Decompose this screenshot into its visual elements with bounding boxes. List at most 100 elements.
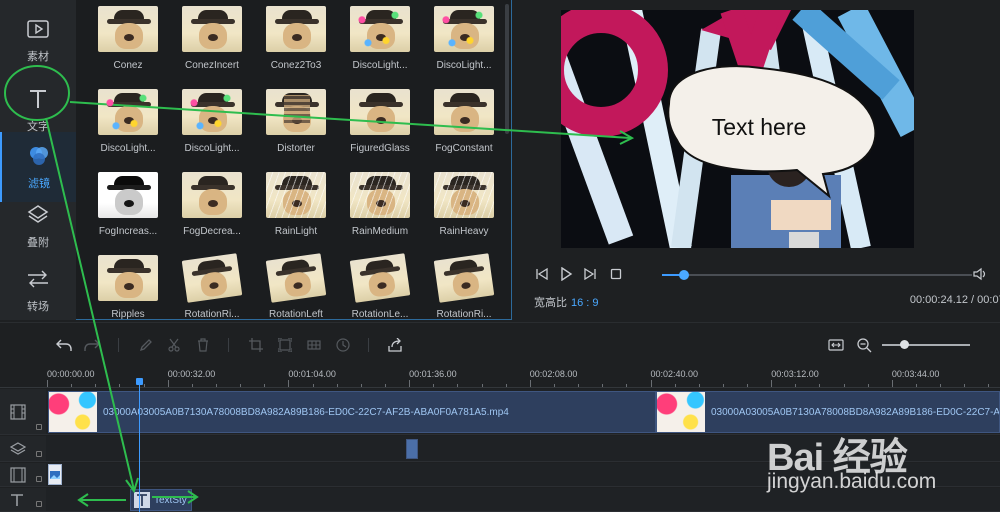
fit-button[interactable] bbox=[275, 335, 295, 355]
filter-label: RainLight bbox=[274, 226, 318, 237]
fit-icon bbox=[278, 338, 292, 352]
filter-item[interactable]: RainMedium bbox=[340, 172, 420, 252]
filter-item[interactable]: Ripples bbox=[88, 255, 168, 319]
crop-button[interactable] bbox=[246, 335, 266, 355]
text-clip-label: TextSty bbox=[154, 494, 187, 506]
sidebar-item-label: 素材 bbox=[27, 51, 49, 63]
filter-label: FogConstant bbox=[435, 143, 493, 154]
lock-icon[interactable] bbox=[36, 501, 42, 507]
filter-item[interactable]: FogConstant bbox=[424, 89, 504, 169]
ruler-tick bbox=[505, 384, 507, 387]
prev-frame-button[interactable] bbox=[534, 266, 550, 282]
filter-item[interactable]: RotationRi... bbox=[424, 253, 504, 319]
zoom-out-button[interactable] bbox=[854, 335, 874, 355]
mosaic-icon bbox=[307, 340, 321, 350]
filter-item[interactable]: Distorter bbox=[256, 89, 336, 169]
filter-item[interactable]: RotationLeft bbox=[256, 253, 336, 319]
edit-button[interactable] bbox=[136, 335, 156, 355]
filter-item[interactable]: DiscoLight... bbox=[340, 6, 420, 86]
video-track-header bbox=[0, 389, 46, 434]
ruler-tick bbox=[288, 380, 290, 387]
filter-item[interactable]: RainLight bbox=[256, 172, 336, 252]
grid-scrollbar[interactable] bbox=[505, 4, 509, 134]
progress-handle[interactable] bbox=[678, 270, 689, 280]
filter-item[interactable]: DiscoLight... bbox=[424, 6, 504, 86]
filter-item[interactable]: Conez bbox=[88, 6, 168, 86]
filter-item[interactable]: FogDecrea... bbox=[172, 172, 252, 252]
stop-button[interactable] bbox=[608, 266, 624, 282]
filter-label: DiscoLight... bbox=[352, 60, 408, 71]
clock-icon bbox=[336, 338, 350, 352]
video-preview[interactable]: Text here bbox=[561, 10, 914, 248]
prev-frame-icon bbox=[536, 268, 548, 280]
lock-icon[interactable] bbox=[36, 451, 42, 457]
ruler-time-label: 00:03:44.00 bbox=[891, 369, 940, 379]
ruler-tick bbox=[698, 384, 700, 387]
filter-thumbnail bbox=[98, 255, 158, 301]
filter-thumbnail bbox=[350, 172, 410, 218]
text-icon bbox=[11, 493, 23, 506]
ruler-tick bbox=[747, 384, 749, 387]
timeline-ruler[interactable]: 00:00:00.00 00:00:32.00 00:01:04.00 00:01:3… bbox=[0, 366, 1000, 388]
undo-button[interactable] bbox=[54, 335, 74, 355]
ruler-time-label: 00:02:08.00 bbox=[529, 369, 578, 379]
film-icon bbox=[10, 466, 26, 483]
redo-button[interactable] bbox=[82, 335, 102, 355]
video-editor-window: 素材 文字 滤镜 叠附 转场 Conez ConezIncert Conez2T… bbox=[0, 0, 1000, 512]
next-frame-button[interactable] bbox=[582, 266, 598, 282]
play-button[interactable] bbox=[558, 266, 574, 282]
playback-progress-bar[interactable] bbox=[662, 270, 972, 280]
text-style-icon bbox=[134, 492, 150, 508]
export-button[interactable] bbox=[386, 335, 406, 355]
ruler-tick bbox=[529, 380, 531, 387]
overlay-clip[interactable] bbox=[406, 439, 418, 459]
aspect-ratio-value[interactable]: 16 : 9 bbox=[571, 297, 599, 309]
duration-button[interactable] bbox=[333, 335, 353, 355]
filter-thumbnail bbox=[182, 172, 242, 218]
filter-item[interactable]: DiscoLight... bbox=[88, 89, 168, 169]
playhead[interactable] bbox=[139, 380, 140, 512]
sidebar-item-media[interactable]: 素材 bbox=[0, 0, 76, 80]
mosaic-button[interactable] bbox=[304, 335, 324, 355]
filter-item[interactable]: RotationLe... bbox=[340, 253, 420, 319]
speech-bubble-text[interactable]: Text here bbox=[698, 114, 820, 141]
aspect-ratio-label: 宽高比 bbox=[534, 297, 567, 309]
filter-item[interactable]: Conez2To3 bbox=[256, 6, 336, 86]
sidebar-item-label: 转场 bbox=[27, 301, 49, 313]
ruler-tick bbox=[916, 384, 918, 387]
ruler-tick bbox=[481, 384, 483, 387]
filter-item[interactable]: FogIncreas... bbox=[88, 172, 168, 252]
cut-button[interactable] bbox=[164, 335, 184, 355]
filter-item[interactable]: DiscoLight... bbox=[172, 89, 252, 169]
filter-item[interactable]: FiguredGlass bbox=[340, 89, 420, 169]
volume-button[interactable] bbox=[972, 266, 988, 282]
zoom-slider[interactable] bbox=[882, 340, 970, 349]
ruler-tick bbox=[215, 384, 217, 387]
filter-item[interactable]: RainHeavy bbox=[424, 172, 504, 252]
filter-label: Distorter bbox=[277, 143, 315, 154]
ruler-tick bbox=[384, 384, 386, 387]
lock-icon[interactable] bbox=[36, 476, 42, 482]
lock-icon[interactable] bbox=[36, 424, 42, 430]
delete-button[interactable] bbox=[193, 335, 213, 355]
filter-thumbnail bbox=[181, 253, 243, 303]
filter-icon bbox=[26, 143, 52, 169]
image-clip[interactable] bbox=[48, 464, 62, 485]
playback-controls bbox=[534, 266, 1000, 284]
next-frame-icon bbox=[584, 268, 596, 280]
text-track: TextSty bbox=[0, 488, 1000, 512]
toolbar-divider bbox=[228, 338, 229, 352]
fit-timeline-button[interactable] bbox=[826, 335, 846, 355]
redo-icon bbox=[84, 339, 100, 351]
image-icon bbox=[50, 470, 60, 479]
sidebar-item-transition[interactable]: 转场 bbox=[0, 250, 76, 330]
video-clip[interactable]: 03000A03005A0B7130A78008BD8A982A89B186-E… bbox=[656, 391, 1000, 433]
filter-label: FiguredGlass bbox=[350, 143, 410, 154]
ruler-tick bbox=[47, 380, 48, 387]
ruler-time-label: 00:03:12.00 bbox=[771, 369, 819, 379]
filter-label: DiscoLight... bbox=[184, 143, 240, 154]
filter-item[interactable]: RotationRi... bbox=[172, 253, 252, 319]
zoom-slider-handle[interactable] bbox=[900, 340, 909, 349]
filter-item[interactable]: ConezIncert bbox=[172, 6, 252, 86]
filter-thumbnail bbox=[98, 172, 158, 218]
